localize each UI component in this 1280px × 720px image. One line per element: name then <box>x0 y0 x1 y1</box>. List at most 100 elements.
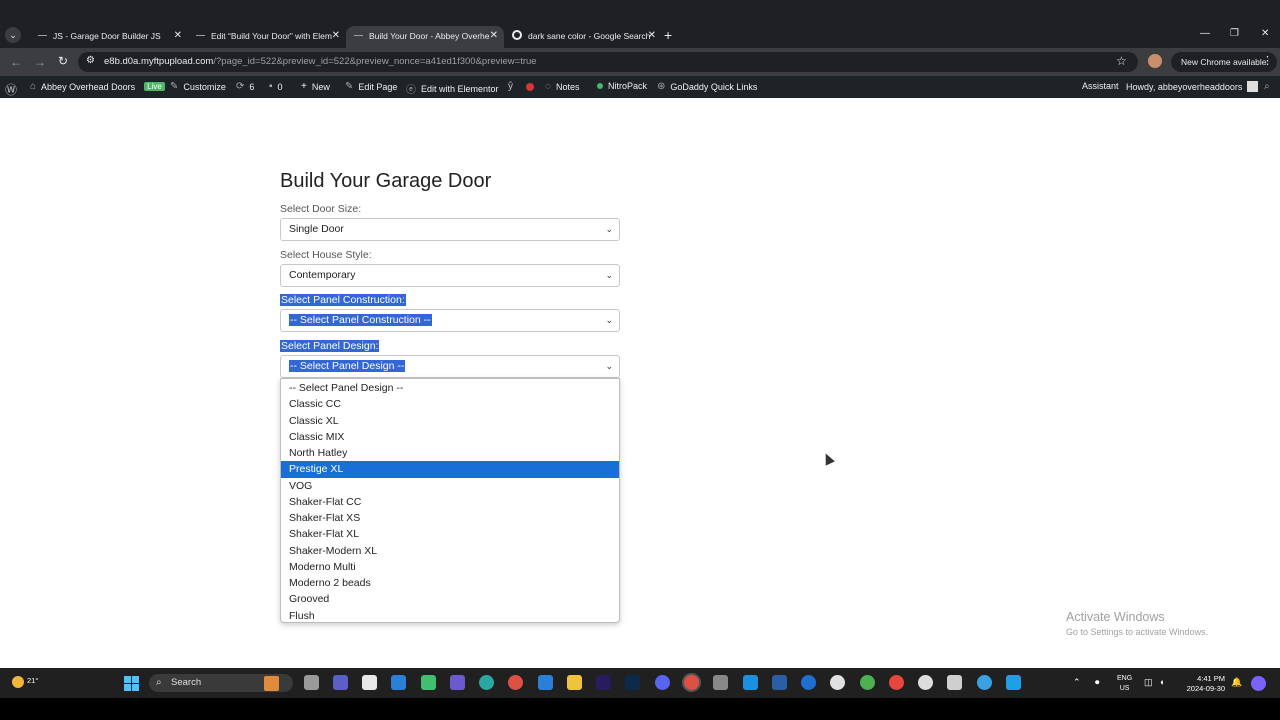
media-player-icon[interactable] <box>918 675 933 690</box>
network-icon[interactable]: ◫ <box>1144 677 1153 688</box>
notepad-icon[interactable] <box>772 675 787 690</box>
new-tab-icon[interactable]: + <box>664 27 672 43</box>
minimize-icon[interactable]: — <box>1200 28 1210 39</box>
url-text[interactable]: e8b.d0a.myftpupload.com/?page_id=522&pre… <box>104 56 537 67</box>
dropdown-option[interactable]: North Hatley <box>281 445 619 461</box>
site-info-icon[interactable]: ⚙ <box>86 55 95 66</box>
photoshop-icon[interactable] <box>625 675 640 690</box>
dropdown-option[interactable]: Shaker-Flat XL <box>281 526 619 542</box>
file-explorer-icon[interactable] <box>567 675 582 690</box>
adminbar-account[interactable]: Howdy, abbeyoverheaddoors <box>1126 81 1259 92</box>
edge-icon[interactable] <box>479 675 494 690</box>
dropdown-option[interactable]: Classic XL <box>281 413 619 429</box>
copilot-icon[interactable] <box>1251 676 1266 691</box>
door-size-select[interactable]: Single Door ⌄ <box>280 218 620 241</box>
dropdown-option[interactable]: Shaker-Flat CC <box>281 494 619 510</box>
panel-construction-value: -- Select Panel Construction -- <box>289 314 432 326</box>
app-icon[interactable] <box>947 675 962 690</box>
app-icon[interactable] <box>977 675 992 690</box>
close-tab-icon[interactable]: ✕ <box>490 26 498 46</box>
adminbar-site-name[interactable]: ⌂ Abbey Overhead Doors Live <box>30 81 165 92</box>
tab-garage-door-builder-js[interactable]: JS - Garage Door Builder JS ✕ <box>30 26 188 48</box>
notification-bell-icon[interactable]: 🔔 <box>1231 677 1242 688</box>
comment-icon: ▪ <box>269 81 273 92</box>
close-tab-icon[interactable]: ✕ <box>648 26 656 46</box>
profile-avatar[interactable] <box>1148 54 1162 68</box>
adminbar-nitropack[interactable]: NitroPack <box>597 81 647 91</box>
dropdown-option[interactable]: Classic MIX <box>281 429 619 445</box>
system-clock[interactable]: 4:41 PM 2024-09-30 <box>1183 674 1225 694</box>
yoast-icon[interactable]: ŷ <box>508 81 513 92</box>
adminbar-edit-elementor[interactable]: ⓔ Edit with Elementor <box>406 81 499 97</box>
windows-start-icon[interactable] <box>124 676 139 691</box>
notes-icon: ◌ <box>545 81 551 92</box>
back-icon[interactable]: ← <box>10 55 22 69</box>
tab-search-icon[interactable]: ⌄ <box>5 27 21 43</box>
dropdown-option[interactable]: Moderno 2 beads <box>281 575 619 591</box>
new-chrome-available-button[interactable]: New Chrome available <box>1171 52 1277 72</box>
adminbar-edit-page[interactable]: ✎ Edit Page <box>345 81 397 92</box>
app-icon[interactable] <box>450 675 465 690</box>
dropdown-option[interactable]: Grooved <box>281 591 619 607</box>
app-icon[interactable] <box>830 675 845 690</box>
tab-edit-build-your-door[interactable]: Edit “Build Your Door” with Elem ✕ <box>188 26 346 48</box>
panel-design-dropdown-list[interactable]: -- Select Panel Design -- Classic CC Class… <box>280 378 620 623</box>
store-icon[interactable] <box>362 675 377 690</box>
app-icon[interactable] <box>889 675 904 690</box>
close-tab-icon[interactable]: ✕ <box>332 26 340 46</box>
adminbar-updates[interactable]: ⟳ 6 <box>236 81 254 92</box>
microphone-icon[interactable]: ⏺ <box>1095 677 1100 688</box>
forward-icon[interactable]: → <box>34 55 46 69</box>
tab-build-your-door[interactable]: Build Your Door - Abbey Overhe ✕ <box>346 26 504 48</box>
premiere-icon[interactable] <box>596 675 611 690</box>
language-code: ENG <box>1117 675 1133 682</box>
task-view-icon[interactable] <box>304 675 319 690</box>
adminbar-new[interactable]: + New <box>301 81 330 92</box>
app-icon[interactable] <box>538 675 553 690</box>
restore-icon[interactable]: ❐ <box>1230 28 1239 39</box>
chrome-menu-icon[interactable]: ⋮ <box>1262 54 1273 67</box>
dropdown-option[interactable]: Shaker-Flat XS <box>281 510 619 526</box>
discord-icon[interactable] <box>655 675 670 690</box>
dropdown-option[interactable]: VOG <box>281 478 619 494</box>
weather-widget[interactable]: 21° <box>12 676 38 688</box>
dropdown-option[interactable]: Moderno Multi <box>281 559 619 575</box>
app-icon[interactable] <box>801 675 816 690</box>
adminbar-assistant[interactable]: Assistant <box>1082 81 1119 91</box>
adminbar-godaddy[interactable]: ⊛ GoDaddy Quick Links <box>657 81 757 92</box>
reload-icon[interactable]: ↻ <box>58 54 68 68</box>
dropdown-option[interactable]: Flush <box>281 608 619 624</box>
bookmark-star-icon[interactable]: ☆ <box>1116 54 1127 68</box>
tab-title: Edit “Build Your Door” with Elem <box>211 31 332 41</box>
status-dot-icon[interactable] <box>526 83 534 91</box>
calculator-icon[interactable] <box>713 675 728 690</box>
wordpress-logo-icon[interactable]: Ⓦ <box>5 81 17 98</box>
volume-icon[interactable]: ◖ <box>1159 677 1164 687</box>
input-language[interactable]: ENG US <box>1117 674 1132 694</box>
dropdown-option[interactable]: Classic CC <box>281 396 619 412</box>
tab-google-search[interactable]: dark sane color - Google Search ✕ <box>504 26 662 48</box>
panel-construction-select[interactable]: -- Select Panel Construction -- ⌄ <box>280 309 620 332</box>
adminbar-comments[interactable]: ▪ 0 <box>269 81 283 92</box>
tray-overflow-icon[interactable]: ⌃ <box>1073 677 1081 688</box>
vscode-icon[interactable] <box>391 675 406 690</box>
app-icon[interactable] <box>1006 675 1021 690</box>
panel-design-select[interactable]: -- Select Panel Design -- ⌄ <box>280 355 620 378</box>
chrome-canary-icon[interactable] <box>860 675 875 690</box>
chevron-down-icon: ⌄ <box>605 224 613 234</box>
window-close-icon[interactable]: ✕ <box>1261 28 1269 39</box>
dropdown-option[interactable]: -- Select Panel Design -- <box>281 380 619 396</box>
app-icon[interactable] <box>421 675 436 690</box>
dropdown-option[interactable]: Shaker-Modern XL <box>281 543 619 559</box>
house-style-select[interactable]: Contemporary ⌄ <box>280 264 620 287</box>
adminbar-customize[interactable]: ✎ Customize <box>170 81 226 92</box>
chrome-active-icon[interactable] <box>684 675 699 690</box>
teams-icon[interactable] <box>333 675 348 690</box>
chrome-icon[interactable] <box>508 675 523 690</box>
dropdown-option[interactable]: Prestige XL <box>281 461 619 478</box>
elementor-icon: ⓔ <box>406 85 416 96</box>
adminbar-search-icon[interactable]: ⌕ <box>1264 81 1270 92</box>
app-icon[interactable] <box>743 675 758 690</box>
adminbar-notes[interactable]: ◌ Notes <box>545 81 579 92</box>
close-tab-icon[interactable]: ✕ <box>174 26 182 46</box>
